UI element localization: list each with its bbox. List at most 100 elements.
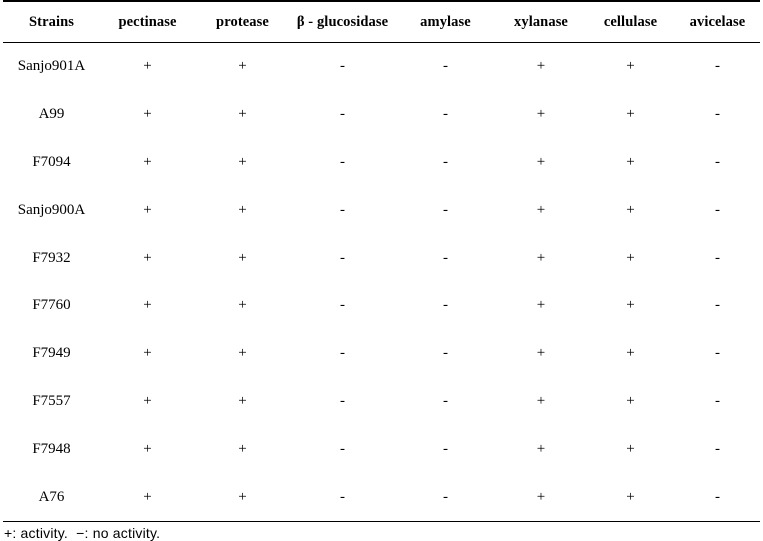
- cell-cellulase: +: [626, 440, 635, 457]
- cell-strain: F7760: [32, 297, 71, 314]
- cell-cellulase: +: [626, 488, 635, 505]
- cell-amylase: -: [443, 392, 448, 409]
- column-header-xylanase: xylanase: [514, 14, 568, 30]
- cell-protease: +: [238, 153, 247, 170]
- cell-avicelase: -: [715, 153, 720, 170]
- cell-strain: F7932: [32, 249, 71, 266]
- cell-xylanase: +: [536, 106, 546, 123]
- cell-protease: +: [238, 106, 247, 123]
- cell-beta-glucosidase: -: [340, 201, 345, 218]
- enzyme-activity-table: Strains pectinase protease β - glucosida…: [3, 0, 760, 522]
- cell-beta-glucosidase: -: [340, 488, 345, 505]
- column-header-protease: protease: [216, 14, 269, 30]
- cell-xylanase: +: [536, 392, 546, 409]
- cell-xylanase: +: [536, 153, 546, 170]
- table-row: Sanjo900A + + - - + + -: [3, 186, 760, 234]
- cell-cellulase: +: [626, 201, 635, 218]
- table-body: Sanjo901A + + - - + + - A99 + + - - + + …: [3, 43, 760, 522]
- cell-pectinase: +: [143, 58, 152, 75]
- table-row: Sanjo901A + + - - + + -: [3, 43, 760, 91]
- table-row: F7557 + + - - + + -: [3, 378, 760, 426]
- table-row: F7760 + + - - + + -: [3, 282, 760, 330]
- table-row: A76 + + - - + + -: [3, 473, 760, 522]
- cell-cellulase: +: [626, 392, 635, 409]
- table-footnote: +: activity. −: no activity.: [4, 524, 161, 541]
- column-header-avicelase: avicelase: [689, 14, 746, 30]
- cell-strain: F7948: [32, 440, 71, 457]
- cell-beta-glucosidase: -: [340, 106, 345, 123]
- cell-pectinase: +: [143, 153, 152, 170]
- cell-protease: +: [238, 249, 247, 266]
- cell-protease: +: [238, 58, 247, 75]
- cell-beta-glucosidase: -: [340, 249, 345, 266]
- cell-avicelase: -: [715, 106, 720, 123]
- table-row: A99 + + - - + + -: [3, 91, 760, 139]
- cell-xylanase: +: [536, 249, 546, 266]
- table-row: F7949 + + - - + + -: [3, 330, 760, 378]
- cell-strain: A76: [38, 488, 65, 505]
- cell-beta-glucosidase: -: [340, 440, 345, 457]
- cell-amylase: -: [443, 488, 448, 505]
- cell-avicelase: -: [715, 440, 720, 457]
- cell-cellulase: +: [626, 153, 635, 170]
- cell-protease: +: [238, 201, 247, 218]
- cell-avicelase: -: [715, 488, 720, 505]
- cell-pectinase: +: [143, 201, 152, 218]
- column-header-beta-glucosidase: β - glucosidase: [296, 14, 389, 30]
- cell-amylase: -: [443, 201, 448, 218]
- cell-pectinase: +: [143, 392, 152, 409]
- column-header-pectinase: pectinase: [118, 14, 177, 30]
- cell-pectinase: +: [143, 488, 152, 505]
- enzyme-activity-table-container: Strains pectinase protease β - glucosida…: [0, 0, 763, 541]
- cell-xylanase: +: [536, 297, 546, 314]
- cell-protease: +: [238, 440, 247, 457]
- cell-amylase: -: [443, 440, 448, 457]
- cell-avicelase: -: [715, 249, 720, 266]
- cell-beta-glucosidase: -: [340, 392, 345, 409]
- cell-beta-glucosidase: -: [340, 345, 345, 362]
- table-row: F7094 + + - - + + -: [3, 139, 760, 187]
- cell-pectinase: +: [143, 106, 152, 123]
- cell-xylanase: +: [536, 58, 546, 75]
- cell-xylanase: +: [536, 488, 546, 505]
- column-header-cellulase: cellulase: [603, 14, 658, 30]
- cell-cellulase: +: [626, 106, 635, 123]
- cell-strain: Sanjo901A: [17, 58, 86, 75]
- cell-xylanase: +: [536, 201, 546, 218]
- table-row: F7948 + + - - + + -: [3, 425, 760, 473]
- cell-avicelase: -: [715, 392, 720, 409]
- column-header-amylase: amylase: [420, 14, 471, 30]
- cell-strain: Sanjo900A: [17, 201, 86, 218]
- table-row: F7932 + + - - + + -: [3, 234, 760, 282]
- cell-amylase: -: [443, 58, 448, 75]
- cell-xylanase: +: [536, 345, 546, 362]
- cell-pectinase: +: [143, 440, 152, 457]
- cell-avicelase: -: [715, 345, 720, 362]
- table-header: Strains pectinase protease β - glucosida…: [3, 1, 760, 43]
- cell-strain: A99: [38, 106, 65, 123]
- cell-avicelase: -: [715, 58, 720, 75]
- cell-strain: F7949: [32, 345, 71, 362]
- cell-protease: +: [238, 297, 247, 314]
- cell-xylanase: +: [536, 440, 546, 457]
- cell-amylase: -: [443, 297, 448, 314]
- cell-pectinase: +: [143, 297, 152, 314]
- cell-protease: +: [238, 392, 247, 409]
- cell-pectinase: +: [143, 249, 152, 266]
- table-header-row: Strains pectinase protease β - glucosida…: [3, 1, 760, 43]
- cell-amylase: -: [443, 345, 448, 362]
- cell-avicelase: -: [715, 297, 720, 314]
- cell-amylase: -: [443, 249, 448, 266]
- cell-strain: F7094: [32, 153, 71, 170]
- column-header-strains: Strains: [28, 14, 74, 30]
- cell-beta-glucosidase: -: [340, 153, 345, 170]
- cell-beta-glucosidase: -: [340, 297, 345, 314]
- cell-pectinase: +: [143, 345, 152, 362]
- cell-cellulase: +: [626, 345, 635, 362]
- cell-cellulase: +: [626, 249, 635, 266]
- cell-beta-glucosidase: -: [340, 58, 345, 75]
- cell-cellulase: +: [626, 58, 635, 75]
- cell-avicelase: -: [715, 201, 720, 218]
- cell-amylase: -: [443, 153, 448, 170]
- cell-cellulase: +: [626, 297, 635, 314]
